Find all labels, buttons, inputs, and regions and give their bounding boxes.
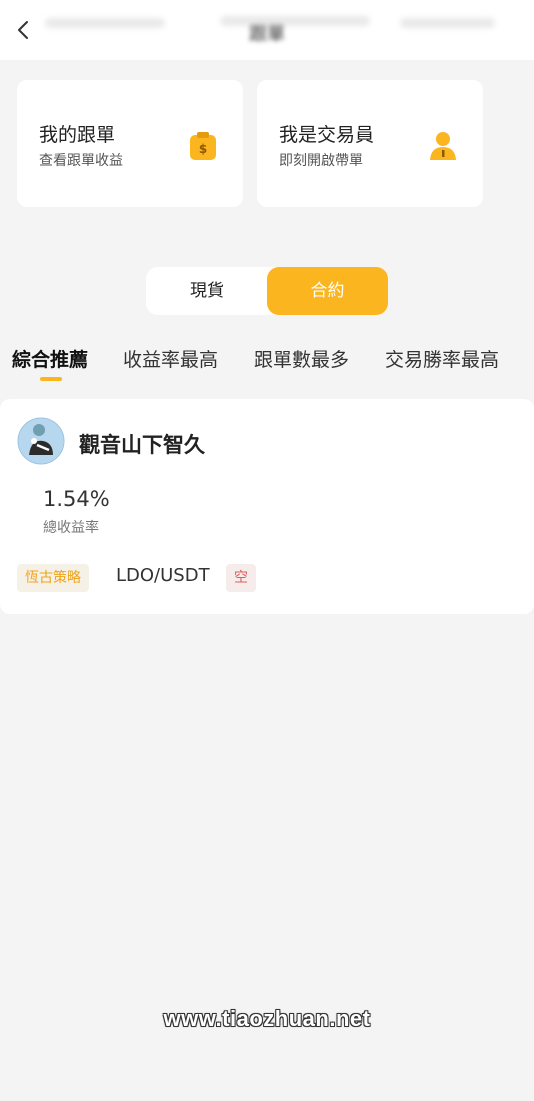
avatar[interactable] — [17, 417, 65, 465]
card-title: 我的跟單 — [39, 124, 116, 146]
watermark: www.tiaozhuan.net — [163, 1006, 371, 1031]
tab-recommended[interactable]: 綜合推薦 — [12, 345, 88, 372]
contract-toggle-option[interactable]: 合約 — [267, 267, 388, 315]
svg-text:$: $ — [199, 142, 207, 156]
page-title: 跟單 — [249, 24, 285, 45]
tab-most-followers[interactable]: 跟單數最多 — [254, 345, 349, 372]
trader-name: 觀音山下智久 — [79, 433, 205, 457]
direction-badge: 空 — [226, 564, 256, 592]
top-bar: 跟單 — [0, 0, 534, 60]
become-trader-card[interactable]: 我是交易員 即刻開啟帶單 — [257, 80, 483, 207]
market-type-toggle: 現貨 合約 — [146, 267, 388, 315]
ranking-tabs: 綜合推薦 收益率最高 跟單數最多 交易勝率最高 — [0, 345, 534, 385]
card-subtitle: 查看跟單收益 — [39, 153, 123, 169]
money-bag-icon: $ — [190, 132, 216, 160]
trading-pair: LDO/USDT — [116, 565, 210, 586]
strategy-tag: 恆古策略 — [17, 564, 89, 592]
user-icon — [430, 132, 456, 160]
trader-card[interactable]: 觀音山下智久 1.54% 總收益率 恆古策略 LDO/USDT 空 — [0, 399, 534, 614]
spot-toggle-option[interactable]: 現貨 — [146, 267, 268, 315]
total-return-value: 1.54% — [43, 487, 110, 511]
card-title: 我是交易員 — [279, 124, 375, 146]
total-return-label: 總收益率 — [43, 520, 99, 536]
tab-highest-win-rate[interactable]: 交易勝率最高 — [385, 345, 499, 372]
active-tab-indicator — [40, 377, 62, 381]
my-copy-trades-card[interactable]: 我的跟單 查看跟單收益 $ — [17, 80, 243, 207]
card-subtitle: 即刻開啟帶單 — [279, 153, 363, 169]
tab-highest-return[interactable]: 收益率最高 — [123, 345, 218, 372]
